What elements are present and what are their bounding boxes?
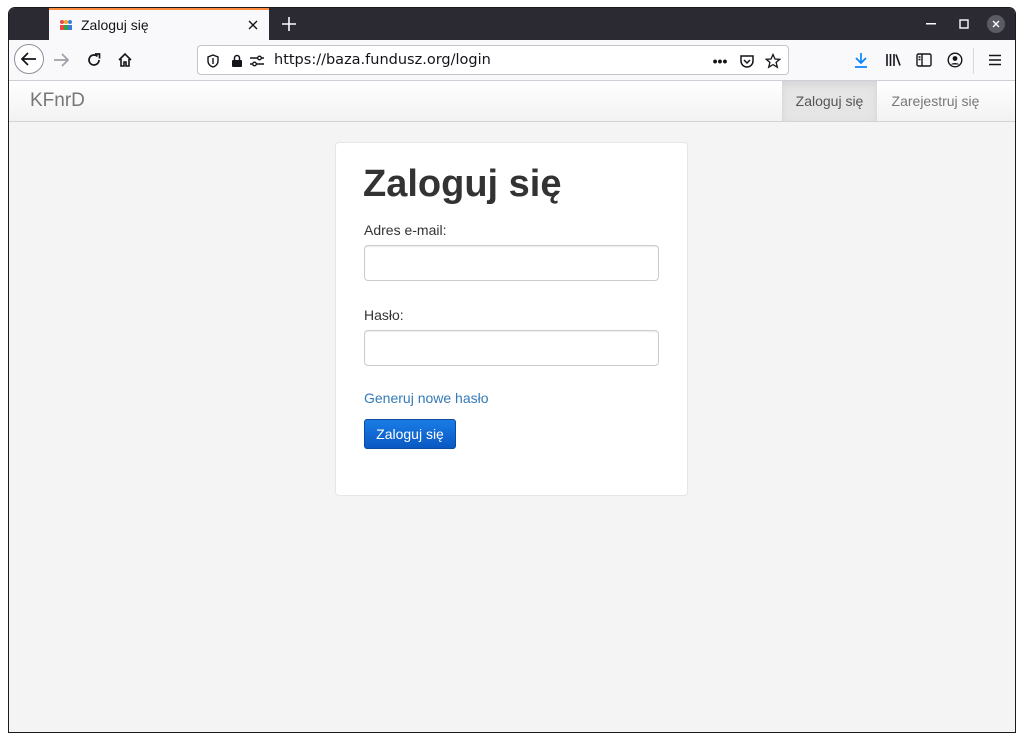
close-window-icon[interactable]	[987, 15, 1005, 33]
site-brand[interactable]: KFnrD	[30, 90, 85, 112]
password-field[interactable]	[364, 330, 659, 366]
navigation-toolbar: https://baza.fundusz.org/login •••	[9, 40, 1015, 81]
minimize-window-icon[interactable]	[921, 14, 941, 34]
page-title: Zaloguj się	[363, 163, 562, 205]
email-field[interactable]	[364, 245, 659, 281]
downloads-icon[interactable]	[847, 46, 875, 74]
address-bar[interactable]: https://baza.fundusz.org/login •••	[197, 45, 789, 75]
nav-login[interactable]: Zaloguj się	[782, 81, 877, 121]
url-text[interactable]: https://baza.fundusz.org/login	[274, 52, 491, 68]
nav-register[interactable]: Zarejestruj się	[877, 81, 994, 121]
page-content: KFnrD Zaloguj się Zarejestruj się Zalogu…	[9, 81, 1015, 732]
home-icon[interactable]	[111, 46, 139, 74]
site-navbar: KFnrD Zaloguj się Zarejestruj się	[9, 81, 1015, 122]
toolbar-separator	[973, 48, 974, 74]
account-icon[interactable]	[941, 46, 969, 74]
lock-icon[interactable]	[228, 52, 246, 70]
reload-icon[interactable]	[80, 46, 108, 74]
login-panel: Zaloguj się Adres e-mail: Hasło: Generuj…	[335, 142, 688, 496]
library-icon[interactable]	[879, 46, 907, 74]
close-tab-icon[interactable]	[243, 15, 263, 35]
page-actions-more-icon[interactable]: •••	[710, 52, 730, 70]
email-label: Adres e-mail:	[364, 222, 447, 238]
permissions-icon[interactable]	[248, 52, 266, 70]
login-button[interactable]: Zaloguj się	[364, 419, 456, 449]
tab-active[interactable]: Zaloguj się	[49, 8, 269, 40]
back-arrow-icon[interactable]	[14, 44, 44, 74]
tracking-shield-icon[interactable]	[204, 52, 222, 70]
password-label: Hasło:	[364, 307, 404, 323]
hamburger-menu-icon[interactable]	[981, 46, 1009, 74]
forward-arrow-icon[interactable]	[47, 46, 75, 74]
site-favicon-icon	[59, 18, 73, 32]
browser-window: Zaloguj się https://baza.fundusz.org/log…	[9, 8, 1015, 732]
new-tab-icon[interactable]	[277, 12, 301, 36]
pocket-icon[interactable]	[738, 52, 756, 70]
maximize-window-icon[interactable]	[954, 14, 974, 34]
bookmark-star-icon[interactable]	[764, 52, 782, 70]
tab-title: Zaloguj się	[81, 17, 149, 33]
tab-strip: Zaloguj się	[9, 8, 1015, 40]
sidebar-icon[interactable]	[910, 46, 938, 74]
reset-password-link[interactable]: Generuj nowe hasło	[364, 390, 489, 406]
